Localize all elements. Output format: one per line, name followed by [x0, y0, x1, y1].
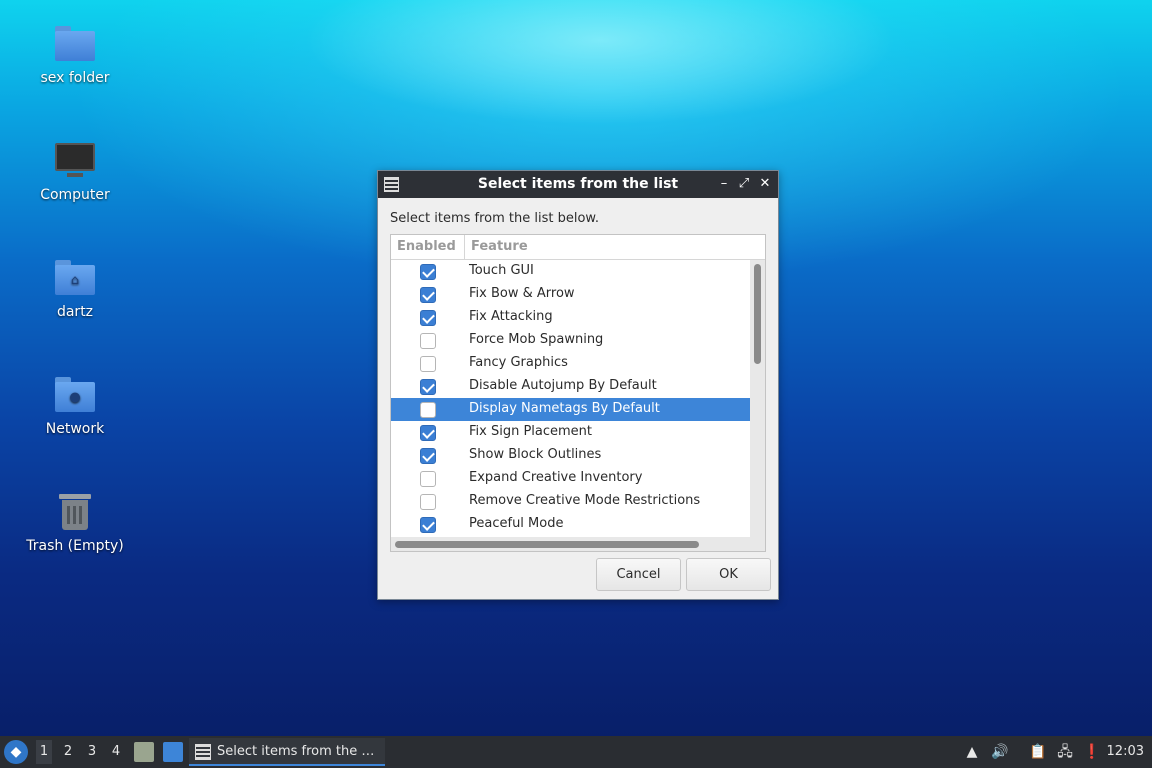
feature-label: Disable Autojump By Default	[469, 378, 657, 393]
desktop-icon-label: sex folder	[40, 70, 110, 86]
list-header: Enabled Feature	[391, 235, 765, 260]
feature-list: Enabled Feature Touch GUI Fix Bow & Arrow…	[390, 234, 766, 552]
vertical-scrollbar[interactable]	[750, 260, 765, 537]
dialog-titlebar[interactable]: Select items from the list – ⤢ ✕	[378, 171, 778, 198]
enabled-checkbox[interactable]	[420, 264, 436, 280]
desktop-icon-computer[interactable]: Computer	[20, 139, 130, 203]
list-item[interactable]: Disable Autojump By Default	[391, 375, 750, 398]
dialog-prompt: Select items from the list below.	[390, 211, 599, 226]
horizontal-scrollbar[interactable]	[391, 537, 765, 551]
workspace-2[interactable]: 2	[60, 744, 76, 759]
enabled-checkbox[interactable]	[420, 448, 436, 464]
enabled-checkbox[interactable]	[420, 517, 436, 533]
list-item[interactable]: Fix Sign Placement	[391, 421, 750, 444]
feature-label: Peaceful Mode	[469, 516, 564, 531]
feature-label: Display Nametags By Default	[469, 401, 660, 416]
enabled-checkbox[interactable]	[420, 333, 436, 349]
desktop-icon-sex-folder[interactable]: sex folder	[20, 22, 130, 86]
tray-arrow-icon[interactable]: ▲	[962, 742, 982, 762]
task-label: Select items from the …	[217, 744, 375, 759]
feature-label: Remove Creative Mode Restrictions	[469, 493, 701, 508]
list-item[interactable]: Touch GUI	[391, 260, 750, 283]
notification-icon[interactable]: ❗	[1082, 742, 1102, 762]
workspace-3[interactable]: 3	[84, 744, 100, 759]
feature-label: Fix Attacking	[469, 309, 553, 324]
desktop-icon-trash[interactable]: Trash (Empty)	[20, 490, 130, 554]
workspace-1[interactable]: 1	[36, 740, 52, 764]
folder-icon	[53, 22, 97, 66]
clipboard-icon[interactable]: 📋	[1028, 742, 1048, 762]
home-folder-icon: ⌂	[53, 256, 97, 300]
feature-label: Fix Sign Placement	[469, 424, 593, 439]
list-item[interactable]: Expand Creative Inventory	[391, 467, 750, 490]
start-menu-icon[interactable]: ◆	[4, 740, 28, 764]
feature-label: Fix Bow & Arrow	[469, 286, 575, 301]
list-item[interactable]: Fix Attacking	[391, 306, 750, 329]
enabled-checkbox[interactable]	[420, 425, 436, 441]
clock[interactable]: 12:03	[1107, 744, 1144, 759]
enabled-checkbox[interactable]	[420, 471, 436, 487]
workspace-4[interactable]: 4	[108, 744, 124, 759]
list-rows: Touch GUI Fix Bow & Arrow Fix Attacking For…	[391, 260, 750, 536]
feature-label: Show Block Outlines	[469, 447, 602, 462]
cancel-button[interactable]: Cancel	[596, 558, 681, 591]
enabled-checkbox[interactable]	[420, 379, 436, 395]
list-item[interactable]: Peaceful Mode	[391, 513, 750, 536]
enabled-checkbox[interactable]	[420, 402, 436, 418]
close-button[interactable]: ✕	[756, 175, 774, 193]
enabled-checkbox[interactable]	[420, 287, 436, 303]
minimize-button[interactable]: –	[715, 175, 733, 193]
trash-icon	[53, 490, 97, 534]
feature-label: Force Mob Spawning	[469, 332, 604, 347]
desktop-icon-network[interactable]: ● Network	[20, 373, 130, 437]
maximize-button[interactable]: ⤢	[735, 175, 753, 193]
list-item[interactable]: Force Mob Spawning	[391, 329, 750, 352]
desktop-icon-label: Network	[45, 421, 105, 437]
list-item[interactable]: Fix Bow & Arrow	[391, 283, 750, 306]
volume-icon[interactable]: 🔊	[990, 742, 1010, 762]
enabled-checkbox[interactable]	[420, 310, 436, 326]
horizontal-scroll-thumb[interactable]	[395, 541, 699, 548]
list-item[interactable]: Remove Creative Mode Restrictions	[391, 490, 750, 513]
enabled-checkbox[interactable]	[420, 356, 436, 372]
list-item[interactable]: Display Nametags By Default	[391, 398, 750, 421]
feature-label: Expand Creative Inventory	[469, 470, 643, 485]
desktop-icon-dartz[interactable]: ⌂ dartz	[20, 256, 130, 320]
column-divider	[464, 235, 465, 260]
list-item[interactable]: Fancy Graphics	[391, 352, 750, 375]
show-desktop-icon[interactable]	[163, 742, 183, 762]
network-icon[interactable]: 🖧	[1055, 742, 1075, 762]
column-header-enabled[interactable]: Enabled	[397, 239, 456, 254]
list-item[interactable]: Show Block Outlines	[391, 444, 750, 467]
select-items-dialog: Select items from the list – ⤢ ✕ Select …	[377, 170, 779, 600]
desktop-icon-label: dartz	[56, 304, 94, 320]
desktop-icon-label: Computer	[40, 187, 110, 203]
feature-label: Touch GUI	[469, 263, 534, 278]
network-folder-icon: ●	[53, 373, 97, 417]
enabled-checkbox[interactable]	[420, 494, 436, 510]
list-app-icon	[195, 744, 211, 760]
file-manager-icon[interactable]	[134, 742, 154, 762]
ok-button[interactable]: OK	[686, 558, 771, 591]
column-header-feature[interactable]: Feature	[471, 239, 528, 254]
vertical-scroll-thumb[interactable]	[754, 264, 761, 364]
computer-icon	[53, 139, 97, 183]
taskbar-task-select-items[interactable]: Select items from the …	[189, 738, 385, 766]
desktop-icon-label: Trash (Empty)	[26, 538, 124, 554]
feature-label: Fancy Graphics	[469, 355, 568, 370]
taskbar: ◆ 1234 Select items from the … ▲ 🔊 📋 🖧 ❗…	[0, 736, 1152, 768]
